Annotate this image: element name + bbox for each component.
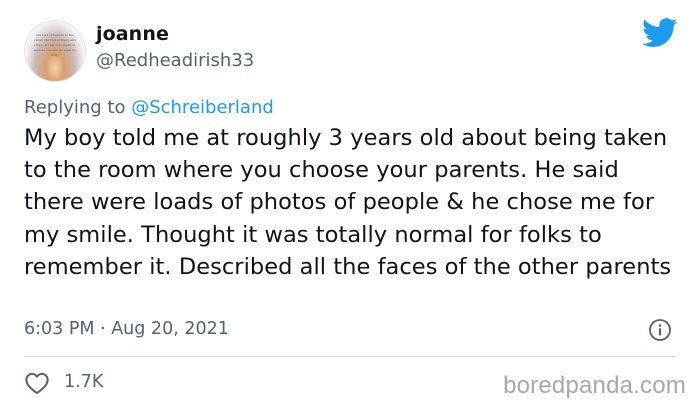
tweet-text: My boy told me at roughly 3 years old ab… — [24, 125, 672, 280]
heart-icon[interactable] — [24, 371, 50, 395]
replying-to: Replying to @Schreiberland — [24, 97, 274, 118]
author-handle[interactable]: @Redheadirish33 — [96, 50, 254, 71]
info-icon[interactable] — [648, 318, 672, 342]
watermark: boredpanda.com — [503, 372, 686, 399]
like-count: 1.7K — [64, 372, 104, 392]
divider — [24, 356, 676, 357]
avatar[interactable]: the lord of heaven to the valley. the re… — [24, 20, 86, 82]
avatar-quote: the lord of heaven to the valley. the re… — [33, 33, 77, 57]
author-name[interactable]: joanne — [96, 23, 169, 45]
mention-link[interactable]: @Schreiberland — [131, 97, 274, 118]
twitter-logo-icon[interactable] — [642, 18, 678, 48]
tweet-timestamp[interactable]: 6:03 PM · Aug 20, 2021 — [24, 319, 229, 339]
replying-to-label: Replying to — [24, 97, 132, 118]
